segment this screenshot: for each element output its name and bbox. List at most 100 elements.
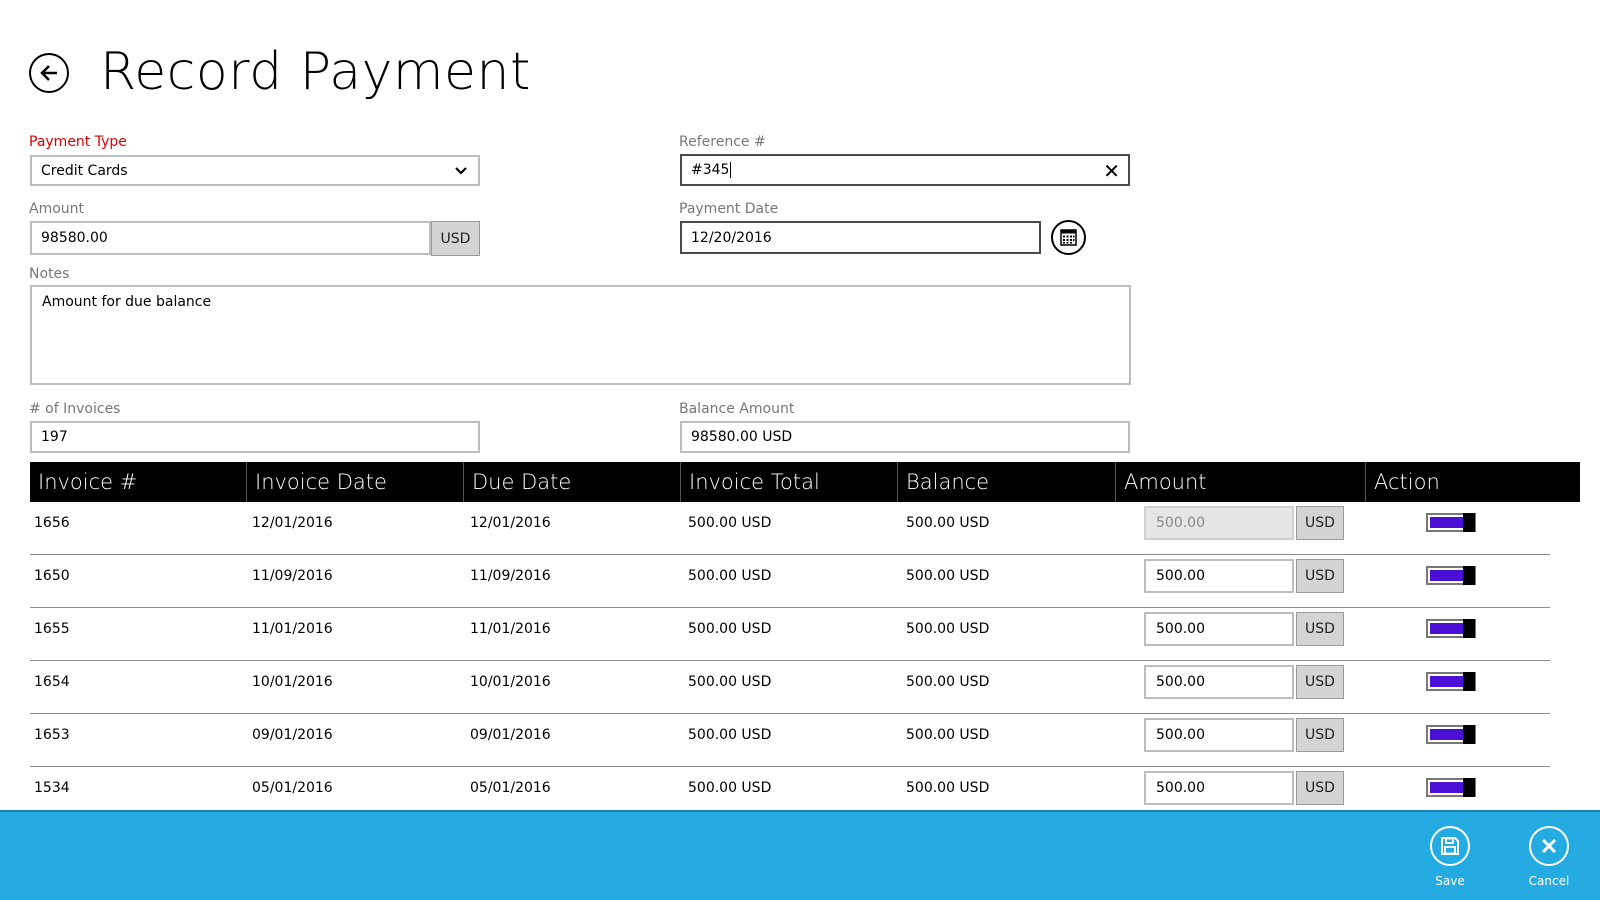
- column-header-invoice-total[interactable]: Invoice Total: [681, 462, 898, 502]
- notes-label: Notes: [29, 266, 70, 282]
- row-action-toggle[interactable]: [1426, 619, 1476, 638]
- notes-value: Amount for due balance: [42, 294, 212, 310]
- column-header-balance[interactable]: Balance: [898, 462, 1116, 502]
- row-amount-value: 500.00: [1156, 568, 1205, 584]
- table-row: 1654 10/01/2016 10/01/2016 500.00 USD 50…: [30, 661, 1550, 714]
- row-amount-currency: USD: [1296, 506, 1344, 540]
- text-cursor: [730, 162, 732, 178]
- row-amount-input[interactable]: 500.00: [1144, 771, 1294, 805]
- cancel-label: Cancel: [1528, 874, 1570, 888]
- cell-invoice-date: 11/01/2016: [252, 621, 333, 637]
- save-button[interactable]: Save: [1420, 826, 1480, 888]
- amount-currency: USD: [431, 221, 480, 256]
- toggle-thumb: [1463, 566, 1475, 585]
- cell-due-date: 11/09/2016: [470, 568, 551, 584]
- cell-invoice-date: 09/01/2016: [252, 727, 333, 743]
- row-amount-currency: USD: [1296, 665, 1344, 699]
- calendar-button[interactable]: [1051, 220, 1086, 255]
- cell-invoice-number: 1653: [34, 727, 70, 743]
- close-icon: [1529, 826, 1569, 866]
- invoices-count-field: 197: [30, 421, 480, 453]
- cell-invoice-date: 10/01/2016: [252, 674, 333, 690]
- column-header-amount[interactable]: Amount: [1116, 462, 1366, 502]
- save-label: Save: [1435, 874, 1465, 888]
- payment-date-input[interactable]: 12/20/2016: [680, 221, 1041, 254]
- invoices-count-label: # of Invoices: [29, 401, 121, 417]
- reference-input[interactable]: #345 ✕: [680, 154, 1130, 186]
- back-button[interactable]: [29, 53, 69, 93]
- cell-due-date: 12/01/2016: [470, 515, 551, 531]
- toggle-thumb: [1463, 672, 1475, 691]
- row-amount-input[interactable]: 500.00: [1144, 506, 1294, 540]
- row-amount-value: 500.00: [1156, 674, 1205, 690]
- arrow-left-icon: [40, 65, 57, 81]
- toggle-thumb: [1463, 619, 1475, 638]
- toggle-fill: [1430, 623, 1466, 634]
- toggle-fill: [1430, 782, 1466, 793]
- cell-balance: 500.00 USD: [906, 568, 990, 584]
- row-amount-input[interactable]: 500.00: [1144, 665, 1294, 699]
- cell-balance: 500.00 USD: [906, 780, 990, 796]
- toggle-thumb: [1463, 778, 1475, 797]
- row-action-toggle[interactable]: [1426, 725, 1476, 744]
- invoices-count-value: 197: [41, 429, 68, 445]
- row-amount-value: 500.00: [1156, 780, 1205, 796]
- cell-invoice-date: 05/01/2016: [252, 780, 333, 796]
- cell-invoice-number: 1534: [34, 780, 70, 796]
- row-amount-currency: USD: [1296, 612, 1344, 646]
- cell-invoice-total: 500.00 USD: [688, 621, 772, 637]
- reference-label: Reference #: [679, 134, 766, 150]
- balance-amount-label: Balance Amount: [679, 401, 795, 417]
- toggle-fill: [1430, 729, 1466, 740]
- amount-input[interactable]: 98580.00: [30, 221, 431, 255]
- cell-invoice-number: 1650: [34, 568, 70, 584]
- column-header-due-date[interactable]: Due Date: [464, 462, 681, 502]
- cell-balance: 500.00 USD: [906, 674, 990, 690]
- row-action-toggle[interactable]: [1426, 513, 1476, 532]
- cell-invoice-number: 1656: [34, 515, 70, 531]
- chevron-down-icon: [455, 167, 467, 175]
- cell-invoice-number: 1655: [34, 621, 70, 637]
- cell-due-date: 05/01/2016: [470, 780, 551, 796]
- reference-value: #345: [691, 162, 730, 178]
- row-amount-input[interactable]: 500.00: [1144, 718, 1294, 752]
- page-title: Record Payment: [100, 42, 531, 102]
- row-amount-input[interactable]: 500.00: [1144, 612, 1294, 646]
- balance-amount-value: 98580.00 USD: [691, 429, 793, 445]
- row-action-toggle[interactable]: [1426, 778, 1476, 797]
- cell-balance: 500.00 USD: [906, 515, 990, 531]
- calendar-icon: [1060, 229, 1077, 246]
- cell-invoice-number: 1654: [34, 674, 70, 690]
- cell-due-date: 09/01/2016: [470, 727, 551, 743]
- clear-icon[interactable]: ✕: [1103, 161, 1120, 181]
- row-amount-value: 500.00: [1156, 621, 1205, 637]
- cell-due-date: 10/01/2016: [470, 674, 551, 690]
- bottom-app-bar: Save Cancel: [0, 810, 1600, 900]
- row-amount-currency: USD: [1296, 771, 1344, 805]
- table-row: 1656 12/01/2016 12/01/2016 500.00 USD 50…: [30, 502, 1550, 555]
- column-header-invoice-date[interactable]: Invoice Date: [247, 462, 464, 502]
- payment-type-label: Payment Type: [29, 134, 127, 150]
- toggle-thumb: [1463, 513, 1475, 532]
- cell-invoice-date: 12/01/2016: [252, 515, 333, 531]
- cell-invoice-total: 500.00 USD: [688, 515, 772, 531]
- table-row: 1653 09/01/2016 09/01/2016 500.00 USD 50…: [30, 714, 1550, 767]
- payment-date-label: Payment Date: [679, 201, 779, 217]
- table-row: 1650 11/09/2016 11/09/2016 500.00 USD 50…: [30, 555, 1550, 608]
- balance-amount-field: 98580.00 USD: [680, 421, 1130, 453]
- cell-invoice-total: 500.00 USD: [688, 780, 772, 796]
- row-amount-currency: USD: [1296, 559, 1344, 593]
- amount-label: Amount: [29, 201, 85, 217]
- column-header-action: Action: [1374, 470, 1440, 494]
- notes-textarea[interactable]: Amount for due balance: [30, 285, 1131, 385]
- cell-due-date: 11/01/2016: [470, 621, 551, 637]
- row-amount-input[interactable]: 500.00: [1144, 559, 1294, 593]
- row-action-toggle[interactable]: [1426, 566, 1476, 585]
- cell-invoice-total: 500.00 USD: [688, 568, 772, 584]
- payment-type-select[interactable]: Credit Cards: [30, 155, 480, 186]
- cancel-button[interactable]: Cancel: [1519, 826, 1579, 888]
- row-action-toggle[interactable]: [1426, 672, 1476, 691]
- column-header-invoice-number[interactable]: Invoice #: [30, 462, 247, 502]
- row-amount-currency: USD: [1296, 718, 1344, 752]
- toggle-fill: [1430, 570, 1466, 581]
